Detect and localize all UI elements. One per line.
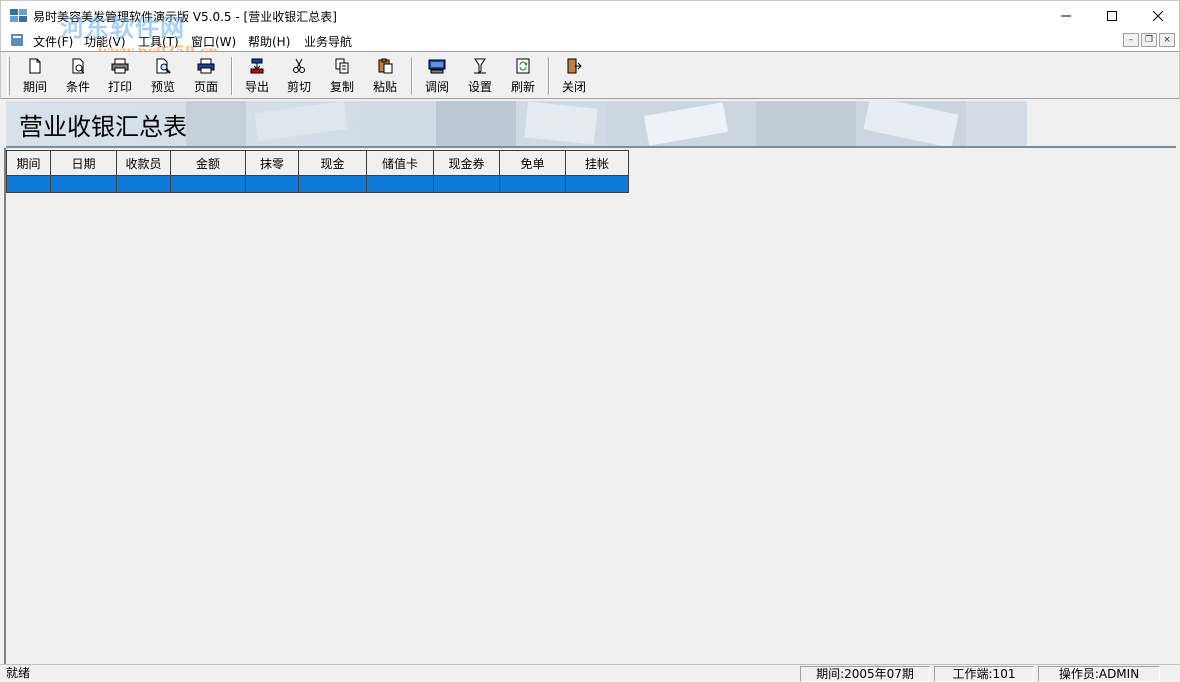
mdi-system-icon[interactable] [10, 33, 24, 47]
menu-window[interactable]: 窗口(W) [191, 33, 236, 50]
toolbar-grip[interactable] [7, 57, 10, 95]
printer-icon [111, 58, 129, 74]
menu-help[interactable]: 帮助(H) [248, 33, 290, 50]
toolbar-separator [231, 57, 233, 95]
toolbar-separator [411, 57, 413, 95]
export-button[interactable]: 导出 [237, 56, 277, 96]
column-header[interactable]: 挂帐 [565, 150, 629, 176]
title-bar: 易时美容美发管理软件演示版 V5.0.5 - [营业收银汇总表] [0, 0, 1180, 30]
column-header[interactable]: 储值卡 [366, 150, 434, 176]
table-cell[interactable] [565, 175, 629, 193]
lookup-icon [428, 59, 446, 74]
settings-button[interactable]: 设置 [460, 56, 500, 96]
preview-icon [156, 58, 171, 74]
maximize-icon [1107, 11, 1117, 21]
status-period: 期间:2005年07期 [800, 666, 930, 682]
menu-business-nav[interactable]: 业务导航 [304, 33, 352, 50]
mdi-restore-button[interactable]: ❐ [1141, 33, 1157, 47]
mdi-close-button[interactable]: × [1159, 33, 1175, 47]
table-cell[interactable] [433, 175, 500, 193]
menu-bar: 文件(F) 功能(V) 工具(T) 窗口(W) 帮助(H) 业务导航 – ❐ × [0, 30, 1180, 51]
column-header[interactable]: 现金券 [433, 150, 500, 176]
table-cell[interactable] [499, 175, 566, 193]
scissors-icon [293, 58, 305, 73]
menu-function[interactable]: 功能(V) [84, 33, 126, 50]
status-bar: 就绪 期间:2005年07期 工作端:101 操作员:ADMIN [0, 664, 1180, 682]
table-cell[interactable] [6, 175, 51, 193]
status-operator: 操作员:ADMIN [1038, 666, 1160, 682]
filter-doc-icon [72, 58, 85, 74]
paste-icon [378, 58, 393, 74]
status-ready: 就绪 [6, 666, 31, 680]
condition-button[interactable]: 条件 [58, 56, 98, 96]
maximize-button[interactable] [1089, 1, 1135, 31]
column-header[interactable]: 金额 [170, 150, 246, 176]
column-header[interactable]: 日期 [50, 150, 117, 176]
document-icon [29, 58, 41, 74]
column-header[interactable]: 期间 [6, 150, 51, 176]
menu-tools[interactable]: 工具(T) [138, 33, 179, 50]
content-area [4, 148, 1176, 664]
minimize-button[interactable] [1043, 1, 1089, 31]
cut-button[interactable]: 剪切 [279, 56, 319, 96]
period-button[interactable]: 期间 [15, 56, 55, 96]
preview-button[interactable]: 预览 [143, 56, 183, 96]
export-icon [250, 58, 264, 74]
lookup-button[interactable]: 调阅 [417, 56, 457, 96]
copy-button[interactable]: 复制 [322, 56, 362, 96]
table-cell[interactable] [50, 175, 117, 193]
table-header-row: 期间 日期 收款员 金额 抹零 现金 储值卡 现金券 免单 挂帐 [6, 150, 629, 176]
print-button[interactable]: 打印 [100, 56, 140, 96]
mdi-minimize-button[interactable]: – [1123, 33, 1139, 47]
copy-icon [335, 58, 349, 74]
page-setup-icon [197, 58, 215, 74]
settings-icon [474, 58, 486, 74]
table-cell[interactable] [170, 175, 246, 193]
mdi-controls: – ❐ × [1123, 33, 1175, 47]
window-title: 易时美容美发管理软件演示版 V5.0.5 - [营业收银汇总表] [33, 10, 337, 24]
table-row[interactable] [6, 175, 629, 193]
report-title: 营业收银汇总表 [19, 113, 187, 141]
table-cell[interactable] [245, 175, 299, 193]
table-cell[interactable] [366, 175, 434, 193]
close-button[interactable]: 关闭 [554, 56, 594, 96]
minimize-icon [1061, 15, 1071, 17]
paste-button[interactable]: 粘贴 [365, 56, 405, 96]
column-header[interactable]: 收款员 [116, 150, 171, 176]
column-header[interactable]: 免单 [499, 150, 566, 176]
table-cell[interactable] [298, 175, 367, 193]
close-window-button[interactable] [1135, 1, 1180, 31]
table-cell[interactable] [116, 175, 171, 193]
close-icon [1153, 11, 1163, 21]
menu-file[interactable]: 文件(F) [33, 33, 73, 50]
toolbar: 期间 条件 打印 预览 页面 导出 剪切 复制 粘贴 调阅 设置 刷新 关闭 [0, 51, 1180, 99]
report-banner: 营业收银汇总表 [6, 101, 1027, 147]
exit-door-icon [567, 58, 582, 74]
app-icon [10, 9, 27, 22]
column-header[interactable]: 现金 [298, 150, 367, 176]
summary-table: 期间 日期 收款员 金额 抹零 现金 储值卡 现金券 免单 挂帐 [6, 150, 629, 193]
page-button[interactable]: 页面 [186, 56, 226, 96]
column-header[interactable]: 抹零 [245, 150, 299, 176]
toolbar-separator [548, 57, 550, 95]
refresh-icon [516, 58, 530, 74]
refresh-button[interactable]: 刷新 [503, 56, 543, 96]
status-terminal: 工作端:101 [934, 666, 1034, 682]
